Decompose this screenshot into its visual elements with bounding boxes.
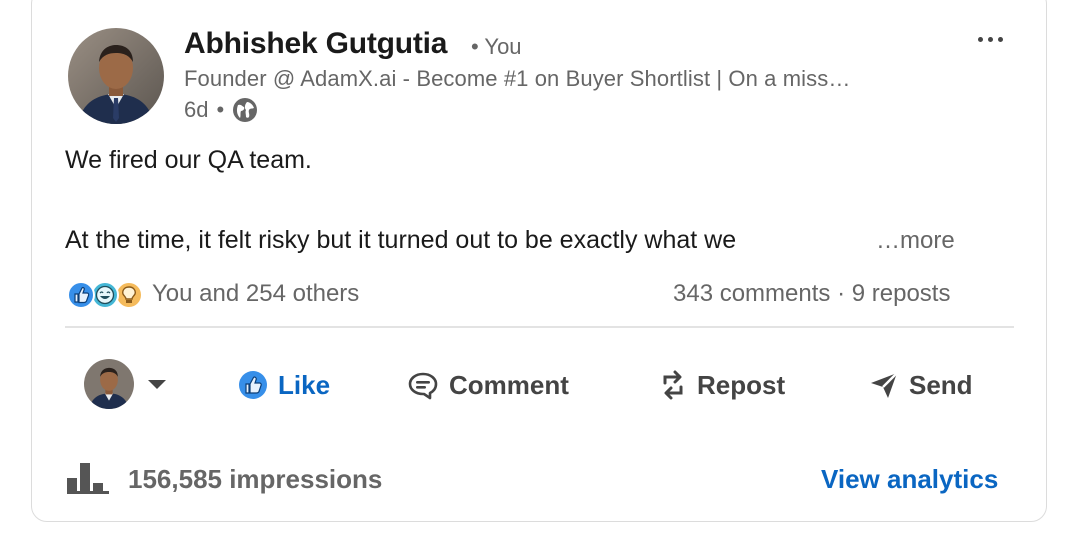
- like-label: Like: [278, 369, 331, 400]
- post-time: 6d: [184, 97, 209, 122]
- counts-separator: ·: [837, 280, 846, 307]
- comment-button[interactable]: Comment: [407, 366, 569, 404]
- author-headline: Founder @ AdamX.ai - Become #1 on Buyer …: [184, 66, 851, 91]
- actor-switcher[interactable]: [84, 359, 166, 409]
- globe-icon: [232, 97, 258, 123]
- like-icon: [239, 371, 267, 399]
- send-button[interactable]: Send: [869, 366, 973, 404]
- more-options-button[interactable]: [970, 24, 1010, 54]
- like-icon: [67, 281, 95, 309]
- funny-icon: [91, 281, 119, 309]
- caret-down-icon: [148, 379, 166, 389]
- comments-count[interactable]: 343 comments: [673, 280, 830, 307]
- dot-icon: [987, 36, 993, 42]
- dot-icon: [977, 36, 983, 42]
- view-analytics-link[interactable]: View analytics: [821, 464, 998, 495]
- like-button[interactable]: Like: [238, 366, 330, 404]
- meta-separator: •: [216, 97, 225, 122]
- repost-label: Repost: [697, 369, 786, 400]
- repost-icon: [663, 370, 683, 400]
- dot-icon: [997, 36, 1003, 42]
- bar-chart-icon: [66, 461, 110, 495]
- comment-label: Comment: [449, 369, 569, 400]
- send-label: Send: [909, 369, 973, 400]
- author-avatar[interactable]: [68, 28, 164, 124]
- post-text-line: At the time, it felt risky but it turned…: [65, 226, 737, 254]
- divider: [65, 326, 1014, 328]
- post-text-line: We fired our QA team.: [65, 146, 312, 174]
- repost-button[interactable]: Repost: [659, 366, 785, 404]
- reaction-icons[interactable]: [66, 280, 144, 310]
- post-meta: 6d •: [184, 97, 258, 123]
- comments-reposts: 343 comments · 9 reposts: [673, 280, 950, 308]
- impressions-count: 156,585 impressions: [128, 464, 383, 494]
- insightful-icon: [115, 281, 143, 309]
- send-icon: [871, 372, 898, 398]
- avatar: [84, 359, 134, 409]
- comment-icon: [408, 372, 438, 400]
- author-name[interactable]: Abhishek Gutgutia: [184, 27, 447, 61]
- see-more-button[interactable]: …more: [876, 227, 955, 255]
- reactions-count[interactable]: You and 254 others: [152, 280, 359, 308]
- connection-degree: • You: [471, 34, 522, 59]
- reposts-count[interactable]: 9 reposts: [852, 280, 951, 307]
